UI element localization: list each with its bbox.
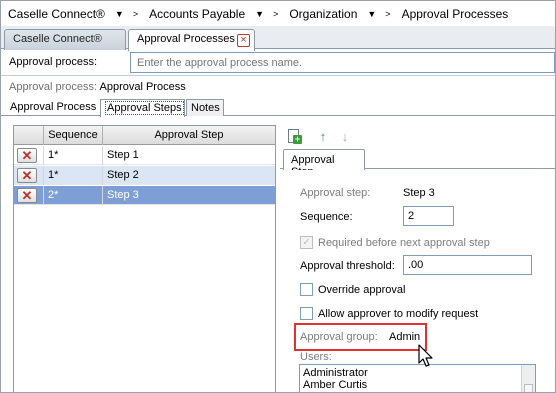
table-row[interactable]: ✕ 1* Step 2: [14, 166, 275, 185]
tab-label: Approval Steps: [105, 101, 184, 115]
tab-label: Caselle Connect®: [13, 33, 102, 45]
approval-process-row: Approval process:: [1, 50, 555, 76]
steps-toolbar: + ↑ ↓: [284, 128, 384, 146]
sub-tab-bar: Approval Process Approval Steps Notes: [1, 97, 555, 117]
tab-notes[interactable]: Notes: [186, 99, 224, 116]
delete-x-icon[interactable]: ✕: [17, 188, 37, 203]
allow-modify-label: Allow approver to modify request: [318, 308, 479, 320]
breadcrumb-item-approval-processes[interactable]: Approval Processes: [400, 7, 511, 21]
sequence-field[interactable]: 2: [403, 206, 454, 226]
delete-x-icon[interactable]: ✕: [17, 148, 37, 163]
document-tab-bar: Caselle Connect® Approval Processes ×: [1, 26, 555, 51]
breadcrumb-dropdown-arrow-icon[interactable]: ▼: [247, 9, 273, 19]
list-item[interactable]: Amber Curtis: [303, 379, 532, 391]
step-cell: Step 2: [107, 169, 139, 181]
tab-approval-step[interactable]: Approval Step: [283, 149, 365, 178]
approval-step-value: Step 3: [403, 187, 435, 199]
new-document-icon[interactable]: +: [285, 128, 303, 146]
delete-x-icon[interactable]: ✕: [17, 168, 37, 183]
move-up-arrow-icon[interactable]: ↑: [314, 128, 332, 146]
scroll-down-icon[interactable]: [524, 384, 533, 392]
tab-approval-steps[interactable]: Approval Steps: [100, 99, 185, 117]
sequence-cell: 1*: [44, 146, 103, 165]
table-row[interactable]: ✕ 1* Step 1: [14, 146, 275, 165]
override-approval-checkbox[interactable]: [300, 283, 313, 296]
delete-cell: ✕: [14, 146, 44, 165]
tab-label: Notes: [191, 102, 220, 114]
approval-process-input[interactable]: [130, 52, 555, 73]
threshold-field[interactable]: .00: [403, 255, 532, 275]
override-approval-label: Override approval: [318, 284, 406, 296]
tab-label: Approval Process: [10, 101, 97, 113]
breadcrumb-dropdown-arrow-icon[interactable]: ▼: [359, 9, 385, 19]
breadcrumb-item-accounts-payable[interactable]: Accounts Payable: [147, 7, 247, 21]
move-down-arrow-icon[interactable]: ↓: [336, 128, 354, 146]
approval-process-label: Approval process:: [9, 56, 98, 68]
approval-steps-grid: Sequence Approval Step ✕ 1* Step 1 ✕ 1* …: [13, 125, 276, 392]
required-label: Required before next approval step: [318, 237, 490, 249]
grid-header: Sequence Approval Step: [14, 126, 275, 145]
breadcrumb: Caselle Connect® ▼ > Accounts Payable ▼ …: [1, 1, 555, 26]
tab-approval-process[interactable]: Approval Process: [5, 99, 98, 116]
breadcrumb-item-caselle-connect[interactable]: Caselle Connect®: [6, 7, 107, 21]
window: Caselle Connect® ▼ > Accounts Payable ▼ …: [0, 0, 556, 393]
step-cell: Step 1: [107, 149, 139, 161]
breadcrumb-separator-icon: >: [132, 8, 139, 19]
delete-cell: ✕: [14, 186, 44, 205]
close-icon[interactable]: ×: [237, 34, 250, 47]
approval-process-info-label: Approval process:: [9, 81, 98, 93]
delete-cell: ✕: [14, 166, 44, 185]
breadcrumb-dropdown-arrow-icon[interactable]: ▼: [107, 9, 133, 19]
grid-header-approval-step[interactable]: Approval Step: [103, 126, 275, 145]
step-cell: Step 3: [107, 189, 139, 201]
approval-step-label: Approval step:: [300, 187, 371, 199]
sequence-cell: 2*: [44, 186, 103, 205]
required-checkbox: ✓: [300, 236, 313, 249]
mouse-cursor-icon: [418, 344, 433, 367]
tab-approval-processes[interactable]: Approval Processes ×: [128, 29, 255, 51]
approval-group-value[interactable]: Admin: [389, 331, 420, 343]
users-label: Users:: [300, 351, 332, 363]
tab-caselle-connect[interactable]: Caselle Connect®: [4, 29, 126, 50]
approval-process-info: Approval process: Approval Process: [9, 81, 186, 93]
breadcrumb-item-organization[interactable]: Organization: [287, 7, 359, 21]
users-scrollbar[interactable]: [521, 365, 535, 392]
breadcrumb-separator-icon: >: [273, 8, 279, 19]
sequence-label: Sequence:: [300, 211, 353, 223]
allow-modify-checkbox[interactable]: [300, 307, 313, 320]
threshold-label: Approval threshold:: [300, 260, 395, 272]
table-row[interactable]: ✕ 2* Step 3: [14, 186, 275, 205]
breadcrumb-separator-icon: >: [385, 8, 391, 19]
sequence-cell: 1*: [44, 166, 103, 185]
tab-label: Approval Processes: [137, 33, 235, 45]
approval-group-label: Approval group:: [300, 331, 378, 343]
approval-process-info-value: Approval Process: [99, 81, 186, 93]
detail-tab-bar: Approval Step: [280, 147, 555, 178]
grid-header-sequence[interactable]: Sequence: [44, 126, 103, 145]
grid-header-delete: [14, 126, 44, 145]
